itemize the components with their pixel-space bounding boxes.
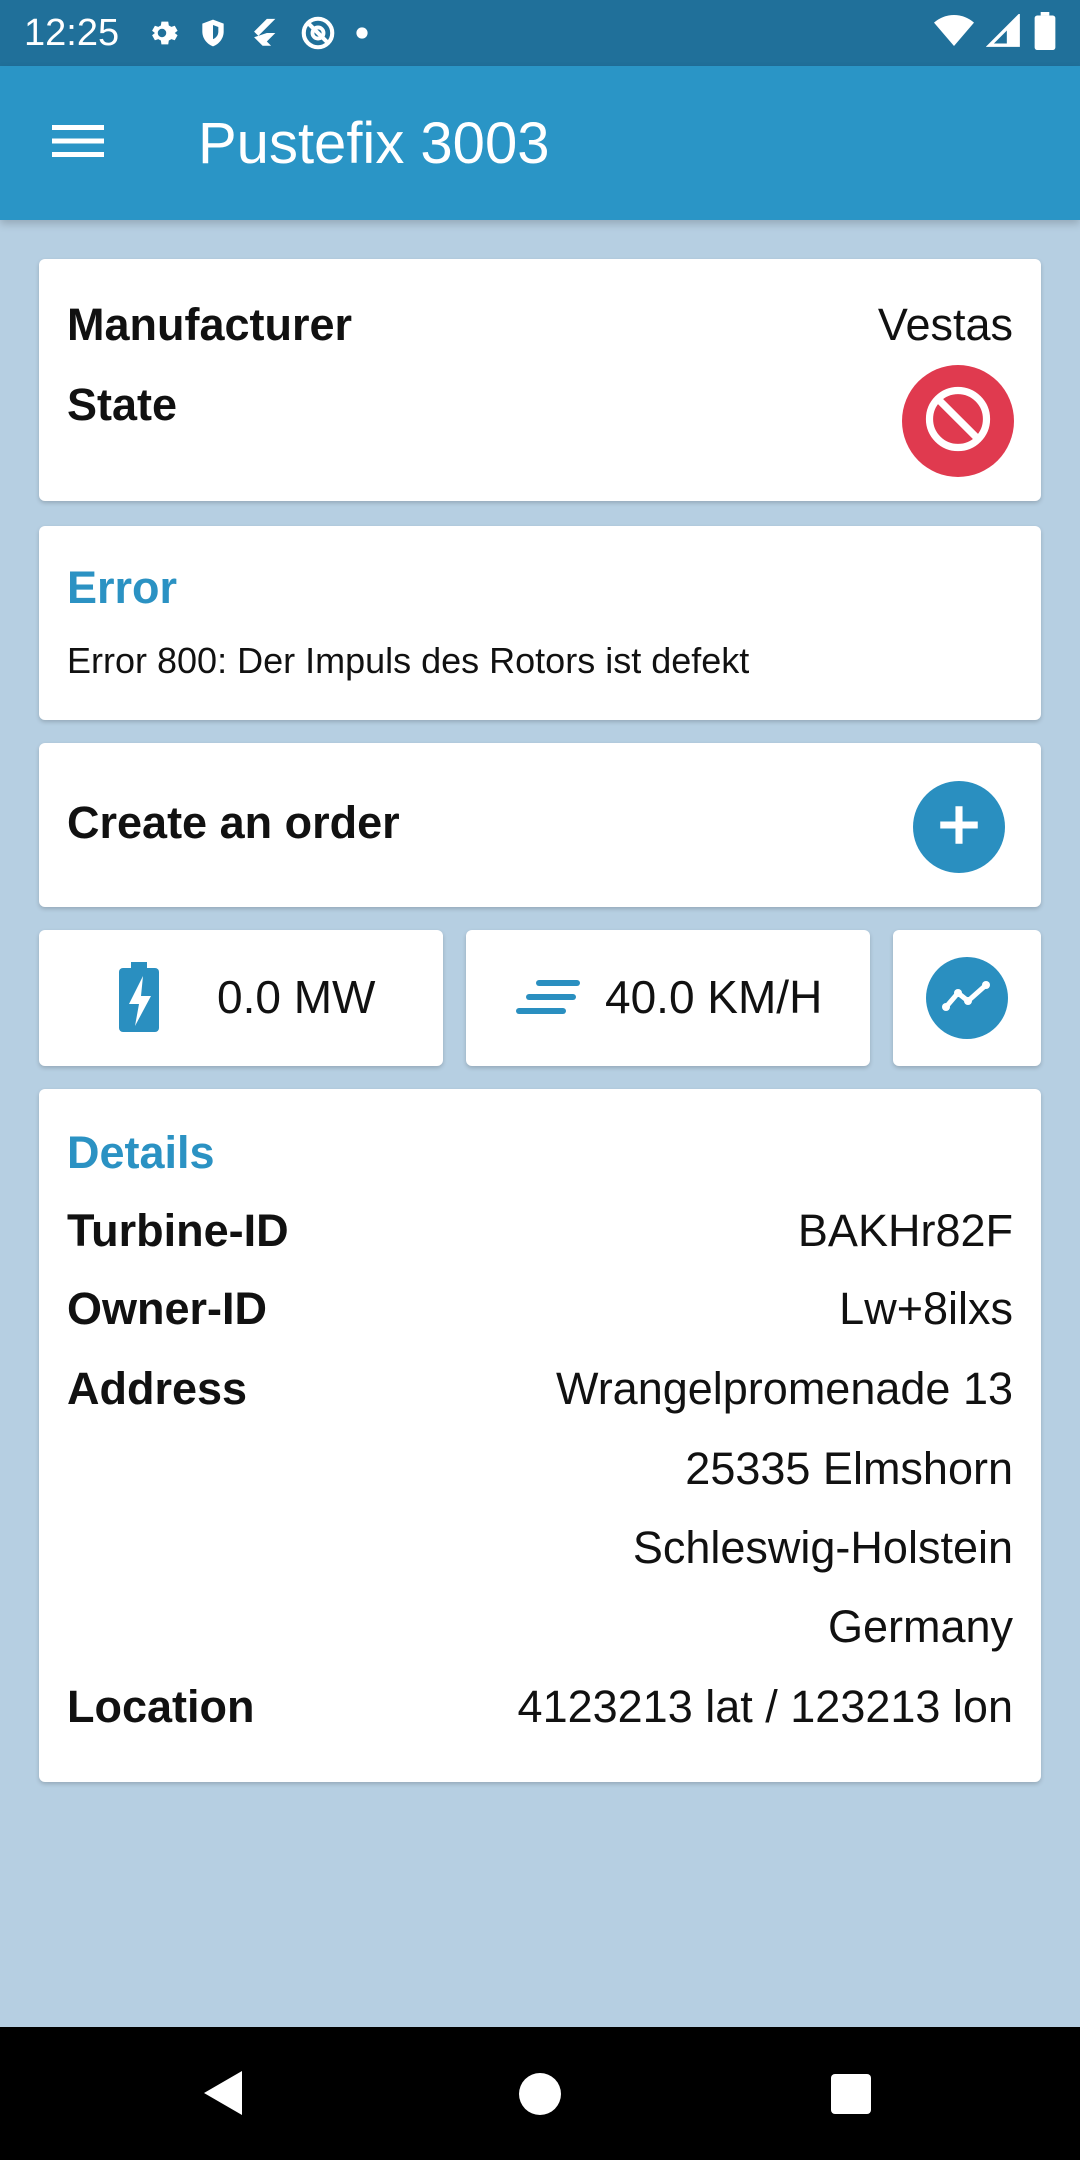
status-time: 12:25 bbox=[24, 11, 120, 54]
address-row-4: Germany bbox=[67, 1601, 1013, 1653]
manufacturer-row: Manufacturer Vestas bbox=[67, 299, 1013, 351]
location-label: Location bbox=[67, 1681, 255, 1732]
signal-icon bbox=[985, 12, 1022, 53]
create-order-label: Create an order bbox=[67, 797, 400, 848]
address-line-1: Wrangelpromenade 13 bbox=[556, 1363, 1013, 1414]
owner-id-row: Owner-ID Lw+8ilxs bbox=[67, 1283, 1013, 1335]
home-icon[interactable] bbox=[517, 2071, 563, 2117]
trending-line-icon[interactable] bbox=[942, 979, 992, 1018]
power-value: 0.0 MW bbox=[217, 971, 376, 1023]
owner-id-value: Lw+8ilxs bbox=[839, 1283, 1013, 1334]
battery-icon bbox=[1034, 11, 1056, 55]
add-order-button[interactable] bbox=[913, 781, 1005, 873]
hamburger-menu-icon[interactable] bbox=[52, 123, 104, 164]
status-right bbox=[934, 11, 1056, 55]
owner-id-label: Owner-ID bbox=[67, 1283, 268, 1334]
error-message: Error 800: Der Impuls des Rotors ist def… bbox=[67, 640, 750, 681]
power-card: 0.0 MW bbox=[39, 930, 443, 1066]
turbine-id-row: Turbine-ID BAKHr82F bbox=[67, 1205, 1013, 1257]
location-row: Location 4123213 lat / 123213 lon bbox=[67, 1681, 1013, 1733]
address-line-3: Schleswig-Holstein bbox=[632, 1522, 1013, 1573]
turbine-id-label: Turbine-ID bbox=[67, 1205, 289, 1256]
manufacturer-value: Vestas bbox=[877, 299, 1013, 350]
summary-card: Manufacturer Vestas State bbox=[39, 259, 1041, 501]
chart-card[interactable] bbox=[893, 930, 1041, 1066]
back-icon[interactable] bbox=[196, 2065, 246, 2121]
page-title: Pustefix 3003 bbox=[198, 110, 550, 176]
manufacturer-label: Manufacturer bbox=[67, 299, 353, 350]
location-value: 4123213 lat / 123213 lon bbox=[517, 1681, 1013, 1732]
turbine-id-value: BAKHr82F bbox=[797, 1205, 1013, 1256]
error-card: Error Error 800: Der Impuls des Rotors i… bbox=[39, 526, 1041, 720]
navigation-bar bbox=[0, 2027, 1080, 2160]
address-line-4: Germany bbox=[827, 1601, 1013, 1652]
chart-button[interactable] bbox=[926, 957, 1008, 1039]
plus-icon[interactable] bbox=[934, 800, 984, 855]
battery-charging-icon bbox=[119, 962, 159, 1037]
create-order-card[interactable]: Create an order bbox=[39, 743, 1041, 907]
details-title: Details bbox=[67, 1127, 215, 1178]
dot-icon bbox=[355, 26, 369, 40]
state-label: State bbox=[67, 379, 178, 430]
state-badge bbox=[902, 365, 1014, 477]
address-row-3: Schleswig-Holstein bbox=[67, 1522, 1013, 1574]
menu-button[interactable] bbox=[0, 66, 156, 220]
status-bar: 12:25 bbox=[0, 0, 1080, 66]
wind-value: 40.0 KM/H bbox=[605, 971, 823, 1023]
status-icons bbox=[145, 14, 369, 52]
address-row-2: 25335 Elmshorn bbox=[67, 1443, 1013, 1495]
recents-icon[interactable] bbox=[829, 2072, 873, 2116]
at-sign-icon bbox=[299, 14, 337, 52]
address-row: Address Wrangelpromenade 13 bbox=[67, 1363, 1013, 1415]
flutter-icon bbox=[247, 16, 281, 50]
address-line-2: 25335 Elmshorn bbox=[685, 1443, 1013, 1494]
app-bar: Pustefix 3003 bbox=[0, 66, 1080, 220]
error-title: Error bbox=[67, 562, 178, 613]
shield-icon bbox=[197, 16, 229, 50]
details-card: Details Turbine-ID BAKHr82F Owner-ID Lw+… bbox=[39, 1089, 1041, 1782]
wind-card: 40.0 KM/H bbox=[466, 930, 870, 1066]
wifi-icon bbox=[934, 14, 974, 53]
block-icon bbox=[922, 383, 994, 460]
address-label: Address bbox=[67, 1363, 248, 1414]
gear-icon bbox=[145, 16, 179, 50]
wind-lines-icon bbox=[516, 980, 580, 1025]
